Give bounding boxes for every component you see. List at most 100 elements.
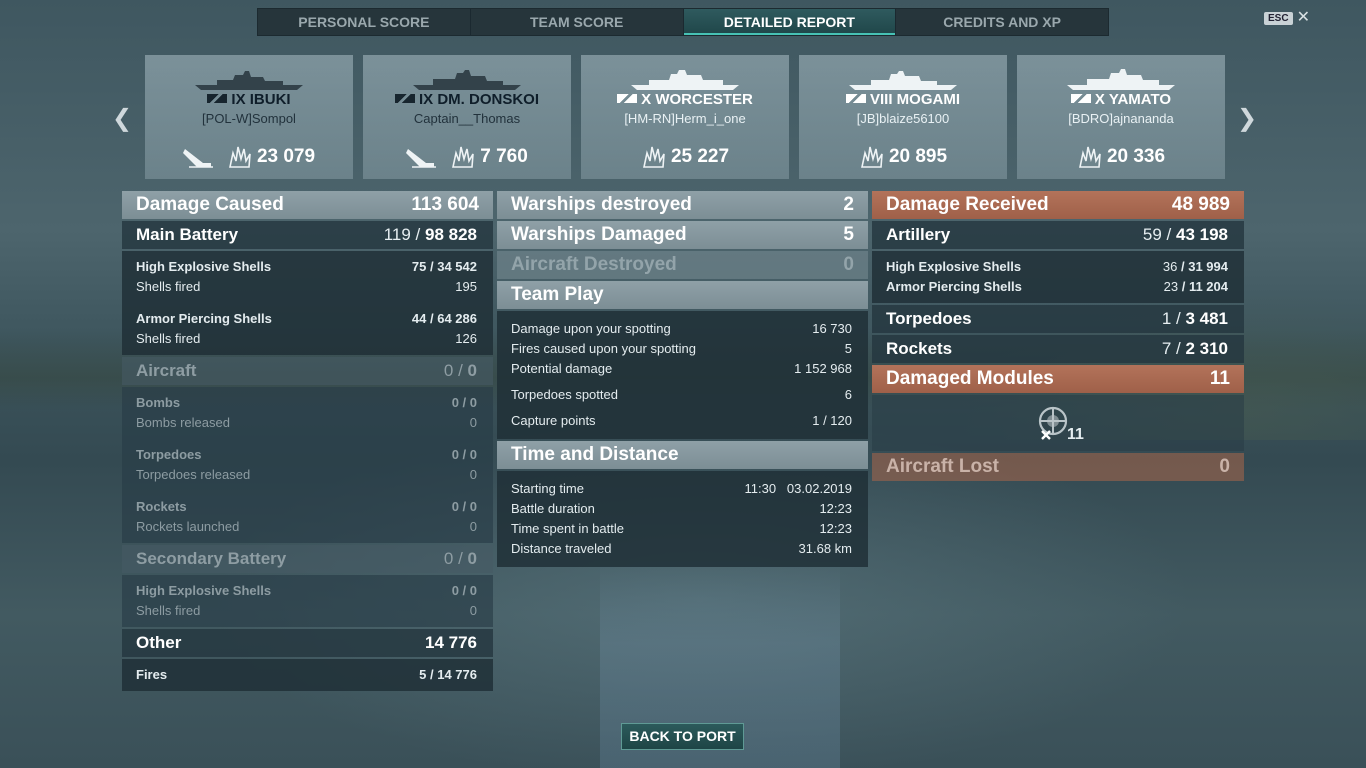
ship-name: X YAMATO bbox=[1094, 91, 1172, 108]
ship-class-icon bbox=[846, 94, 866, 103]
secondary-shells-fired-row: Shells fired 0 bbox=[136, 603, 477, 618]
ship-damage-value: 25 227 bbox=[670, 146, 730, 167]
ship-class-icon bbox=[394, 94, 415, 103]
damage-caused-panel: Damage Caused 113 604 Main Battery 119 / … bbox=[122, 191, 493, 693]
damaged-modules-count: 11 bbox=[1067, 426, 1084, 443]
ship-card[interactable]: VIII MOGAMI [JB]blaize56100 20 895 bbox=[799, 55, 1007, 179]
team-play-details: Damage upon your spotting 16 730 Fires ca… bbox=[497, 311, 868, 439]
next-arrow-icon[interactable]: ❯ bbox=[1237, 104, 1257, 133]
ship-damage-value: 20 336 bbox=[1106, 146, 1166, 167]
tab-team-score[interactable]: TEAM SCORE bbox=[471, 9, 684, 35]
he-shells-row: High Explosive Shells 75 / 34 542 bbox=[136, 259, 477, 274]
tab-personal-score[interactable]: PERSONAL SCORE bbox=[258, 9, 471, 35]
aircraft-row: Aircraft 0 / 0 bbox=[122, 357, 493, 385]
esc-key-label: ESC bbox=[1264, 11, 1293, 25]
ship-class-icon bbox=[617, 94, 638, 103]
team-play-row: Damage upon your spotting 16 730 bbox=[511, 321, 852, 336]
damage-explosion-icon bbox=[452, 146, 475, 168]
aircraft-destroyed-header: Aircraft Destroyed 0 bbox=[497, 251, 868, 279]
team-play-row: Torpedoes spotted 6 bbox=[511, 387, 852, 402]
fires-row: Fires 5 / 14 776 bbox=[136, 667, 477, 682]
damage-explosion-icon bbox=[642, 146, 665, 168]
he-shells-fired-row: Shells fired 195 bbox=[136, 279, 477, 294]
received-ap-row: Armor Piercing Shells 23 / 11 204 bbox=[886, 279, 1228, 294]
ship-name: X WORCESTER bbox=[641, 91, 753, 108]
team-play-row: Potential damage 1 152 968 bbox=[511, 361, 852, 376]
artillery-details: High Explosive Shells 36 / 31 994 Armor P… bbox=[872, 251, 1244, 303]
damaged-modules-header: Damaged Modules 11 bbox=[872, 365, 1244, 393]
torpedoes-row: Torpedoes 0 / 0 bbox=[136, 447, 477, 462]
rockets-launched-row: Rockets launched 0 bbox=[136, 519, 477, 534]
team-play-row: Fires caused upon your spotting 5 bbox=[511, 341, 852, 356]
ship-class-icon bbox=[207, 94, 228, 103]
ship-card[interactable]: IX DM. DONSKOI Captain__Thomas 7 760 bbox=[363, 55, 571, 179]
received-torpedoes-row: Torpedoes 1 / 3 481 bbox=[872, 305, 1244, 333]
combat-summary-panel: Warships destroyed 2 Warships Damaged 5 Ai… bbox=[497, 191, 868, 569]
time-distance-details: Starting time 11:30 03.02.2019 Battle dur… bbox=[497, 471, 868, 567]
player-name: Captain__Thomas bbox=[413, 111, 521, 126]
tab-credits-and-xp[interactable]: CREDITS AND XP bbox=[896, 9, 1108, 35]
damage-explosion-icon bbox=[860, 146, 883, 168]
other-details: Fires 5 / 14 776 bbox=[122, 659, 493, 691]
damage-explosion-icon bbox=[1078, 146, 1101, 168]
report-tabs: PERSONAL SCORE TEAM SCORE DETAILED REPOR… bbox=[257, 8, 1109, 36]
module-damage-icon bbox=[1038, 406, 1068, 440]
sunk-ship-icon bbox=[182, 149, 213, 168]
bombs-released-row: Bombs released 0 bbox=[136, 415, 477, 430]
time-row: Distance traveled 31.68 km bbox=[511, 541, 852, 556]
esc-close-button[interactable]: ESC ✕ bbox=[1264, 10, 1310, 26]
prev-arrow-icon[interactable]: ❮ bbox=[112, 104, 132, 133]
team-play-header: Team Play bbox=[497, 281, 868, 309]
ship-card[interactable]: X YAMATO [BDRO]ajnananda 20 336 bbox=[1017, 55, 1225, 179]
player-name: [BDRO]ajnananda bbox=[1068, 111, 1174, 126]
player-name: [HM-RN]Herm_i_one bbox=[624, 111, 746, 126]
time-row: Starting time 11:30 03.02.2019 bbox=[511, 481, 852, 496]
ship-silhouette-icon bbox=[849, 71, 957, 90]
player-name: [JB]blaize56100 bbox=[856, 111, 950, 126]
aircraft-lost-header: Aircraft Lost 0 bbox=[872, 453, 1244, 481]
ship-silhouette-icon bbox=[631, 70, 739, 90]
time-row: Time spent in battle 12:23 bbox=[511, 521, 852, 536]
close-icon[interactable]: ✕ bbox=[1297, 10, 1310, 26]
ship-card[interactable]: X WORCESTER [HM-RN]Herm_i_one 25 227 bbox=[581, 55, 789, 179]
tab-detailed-report[interactable]: DETAILED REPORT bbox=[683, 9, 897, 35]
main-battery-row: Main Battery 119 / 98 828 bbox=[122, 221, 493, 249]
received-he-row: High Explosive Shells 36 / 31 994 bbox=[886, 259, 1228, 274]
ship-class-icon bbox=[1070, 94, 1091, 103]
received-rockets-row: Rockets 7 / 2 310 bbox=[872, 335, 1244, 363]
ship-damage-value: 23 079 bbox=[256, 146, 316, 167]
secondary-battery-row: Secondary Battery 0 / 0 bbox=[122, 545, 493, 573]
damage-received-header: Damage Received 48 989 bbox=[872, 191, 1244, 219]
warships-damaged-header: Warships Damaged 5 bbox=[497, 221, 868, 249]
ap-shells-fired-row: Shells fired 126 bbox=[136, 331, 477, 346]
sunk-ship-icon bbox=[406, 149, 437, 168]
ship-name: VIII MOGAMI bbox=[870, 91, 960, 108]
player-name: [POL-W]Sompol bbox=[202, 111, 296, 126]
team-play-row: Capture points 1 / 120 bbox=[511, 413, 852, 428]
time-row: Battle duration 12:23 bbox=[511, 501, 852, 516]
damage-received-panel: Damage Received 48 989 Artillery 59 / 43 … bbox=[872, 191, 1244, 483]
rockets-row: Rockets 0 / 0 bbox=[136, 499, 477, 514]
ship-silhouette-icon bbox=[1067, 69, 1175, 90]
artillery-row: Artillery 59 / 43 198 bbox=[872, 221, 1244, 249]
ship-damage-value: 20 895 bbox=[888, 146, 948, 167]
ship-card[interactable]: IX IBUKI [POL-W]Sompol 23 079 bbox=[145, 55, 353, 179]
ship-silhouette-icon bbox=[195, 71, 303, 90]
torpedoes-released-row: Torpedoes released 0 bbox=[136, 467, 477, 482]
ship-cards: IX IBUKI [POL-W]Sompol 23 079 IX DM. DON… bbox=[145, 55, 1225, 179]
ship-name: IX IBUKI bbox=[231, 91, 291, 108]
bombs-row: Bombs 0 / 0 bbox=[136, 395, 477, 410]
damage-caused-header: Damage Caused 113 604 bbox=[122, 191, 493, 219]
damaged-modules-details: 11 bbox=[872, 395, 1244, 451]
main-battery-details: High Explosive Shells 75 / 34 542 Shells … bbox=[122, 251, 493, 355]
secondary-battery-details: High Explosive Shells 0 / 0 Shells fired 0 bbox=[122, 575, 493, 627]
damage-explosion-icon bbox=[228, 146, 251, 168]
ship-damage-value: 7 760 bbox=[480, 146, 528, 167]
time-distance-header: Time and Distance bbox=[497, 441, 868, 469]
back-to-port-button[interactable]: BACK TO PORT bbox=[621, 723, 744, 750]
secondary-he-row: High Explosive Shells 0 / 0 bbox=[136, 583, 477, 598]
ap-shells-row: Armor Piercing Shells 44 / 64 286 bbox=[136, 311, 477, 326]
ship-silhouette-icon bbox=[413, 70, 521, 90]
aircraft-details: Bombs 0 / 0 Bombs released 0 Torpedoes 0 / … bbox=[122, 387, 493, 543]
ship-name: IX DM. DONSKOI bbox=[418, 91, 539, 108]
